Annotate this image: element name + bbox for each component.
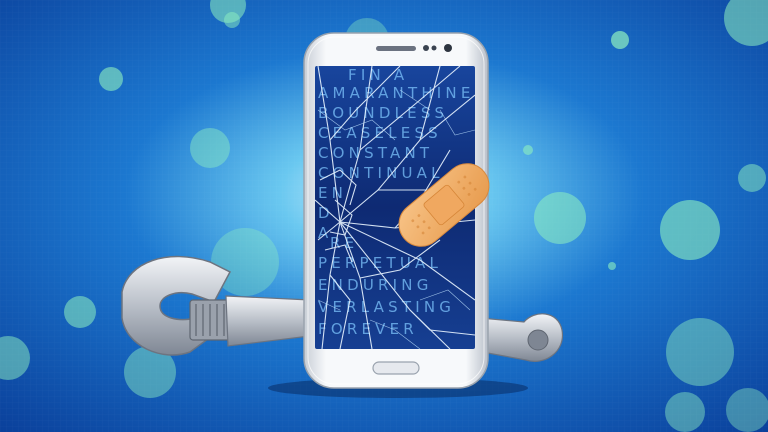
screen-word: AMARANTHINE (318, 84, 475, 102)
screen-word: CONSTANT (318, 144, 433, 162)
phone-sensor (431, 45, 437, 51)
screen-word: CONTINUAL (318, 164, 444, 182)
scene-illustration: FIN A AMARANTHINE BOUNDLESS CEASELESS CO… (0, 0, 768, 432)
screen-word: D (318, 204, 334, 222)
screen-word: RE (330, 234, 358, 252)
phone-front-camera-icon (444, 44, 452, 52)
screen-word: EN (318, 184, 347, 202)
phone-earpiece (376, 46, 416, 51)
phone-home-button (372, 361, 420, 375)
phone-camera-icon (423, 45, 429, 51)
screen-word: FIN A (348, 66, 408, 84)
screen-word: ENDURING (318, 276, 433, 294)
phone: FIN A AMARANTHINE BOUNDLESS CEASELESS CO… (303, 32, 490, 389)
screen-word: VERLASTING (318, 298, 455, 316)
